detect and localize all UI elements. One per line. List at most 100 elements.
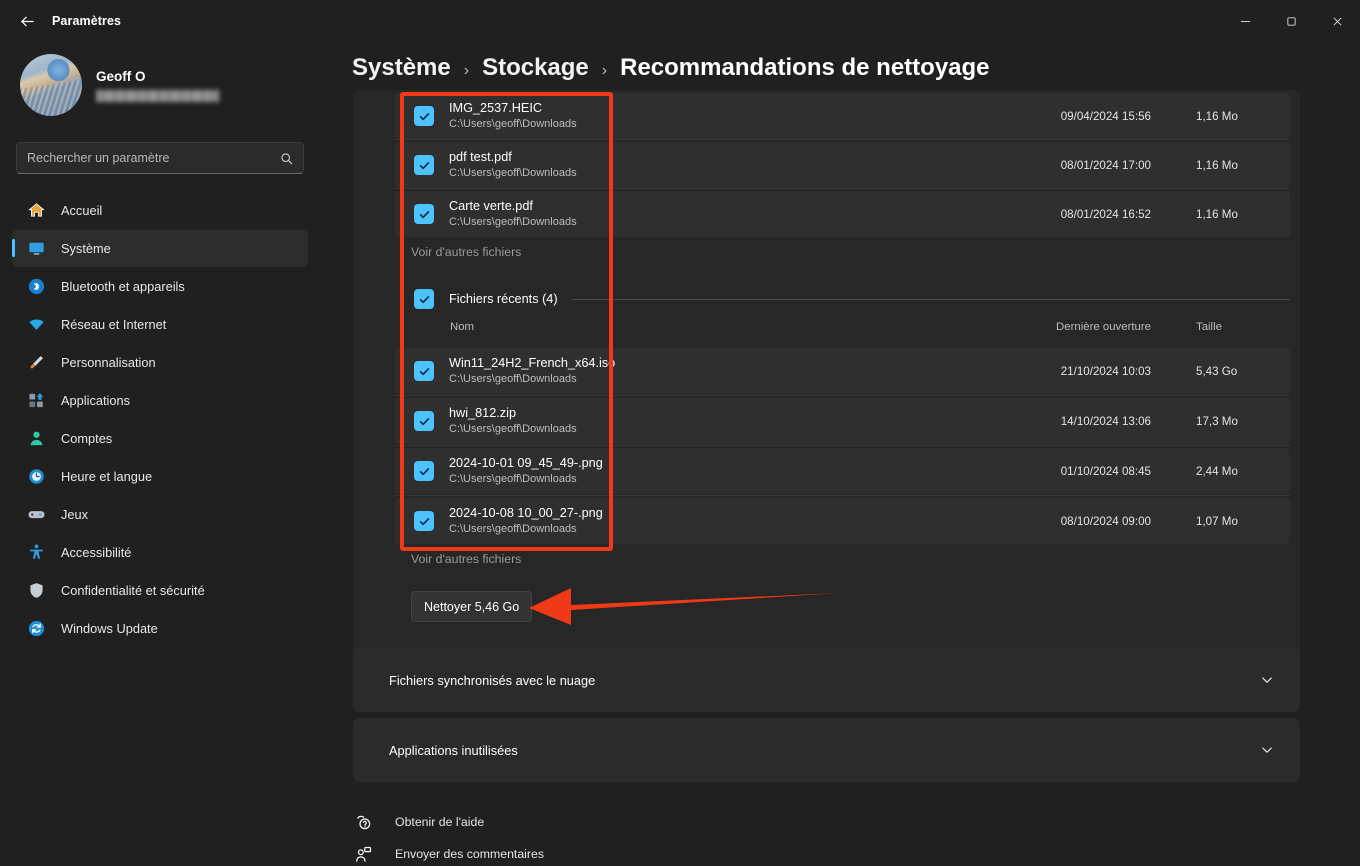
file-date: 14/10/2024 13:06 bbox=[1061, 415, 1151, 428]
sidebar-item-label: Accessibilité bbox=[61, 545, 131, 560]
row-checkbox[interactable] bbox=[414, 461, 434, 481]
see-more-files-recent[interactable]: Voir d'autres fichiers bbox=[411, 552, 521, 566]
sidebar-item-heure[interactable]: Heure et langue bbox=[12, 458, 308, 495]
sidebar-item-personnalisation[interactable]: Personnalisation bbox=[12, 344, 308, 381]
column-header-size: Taille bbox=[1196, 321, 1268, 333]
section-label: Fichiers synchronisés avec le nuage bbox=[389, 673, 595, 688]
account-block[interactable]: Geoff O bbox=[12, 42, 308, 126]
sidebar-item-applications[interactable]: Applications bbox=[12, 382, 308, 419]
cleanup-card: IMG_2537.HEIC C:\Users\geoff\Downloads 0… bbox=[353, 90, 1300, 685]
table-row[interactable]: Carte verte.pdf C:\Users\geoff\Downloads… bbox=[395, 191, 1290, 237]
file-name: 2024-10-01 09_45_49-.png bbox=[449, 456, 603, 471]
see-more-files-downloads[interactable]: Voir d'autres fichiers bbox=[411, 245, 521, 259]
settings-window: Paramètres Geoff O bbox=[0, 0, 1360, 866]
sidebar-item-windows-update[interactable]: Windows Update bbox=[12, 610, 308, 647]
row-checkbox[interactable] bbox=[414, 204, 434, 224]
section-label: Applications inutilisées bbox=[389, 743, 518, 758]
account-email-blurred bbox=[96, 90, 219, 102]
sidebar-item-accueil[interactable]: Accueil bbox=[12, 192, 308, 229]
file-path: C:\Users\geoff\Downloads bbox=[449, 373, 615, 386]
file-name: Carte verte.pdf bbox=[449, 199, 577, 214]
main-content: Système › Stockage › Recommandations de … bbox=[320, 42, 1360, 866]
sidebar-item-label: Réseau et Internet bbox=[61, 317, 166, 332]
row-checkbox[interactable] bbox=[414, 511, 434, 531]
chevron-down-icon[interactable] bbox=[1260, 743, 1274, 757]
row-checkbox[interactable] bbox=[414, 411, 434, 431]
sidebar-item-confidentialite[interactable]: Confidentialité et sécurité bbox=[12, 572, 308, 609]
file-path: C:\Users\geoff\Downloads bbox=[449, 216, 577, 229]
clean-button[interactable]: Nettoyer 5,46 Go bbox=[411, 591, 532, 622]
help-icon bbox=[353, 812, 373, 832]
bluetooth-icon bbox=[27, 277, 46, 296]
back-button[interactable] bbox=[10, 6, 44, 36]
section-cloud-files[interactable]: Fichiers synchronisés avec le nuage bbox=[353, 648, 1300, 712]
sidebar-item-label: Bluetooth et appareils bbox=[61, 279, 185, 294]
file-path: C:\Users\geoff\Downloads bbox=[449, 473, 603, 486]
sidebar-item-accessibilite[interactable]: Accessibilité bbox=[12, 534, 308, 571]
breadcrumb-separator-2: › bbox=[602, 62, 607, 80]
file-size: 17,3 Mo bbox=[1196, 415, 1268, 428]
sidebar-item-label: Confidentialité et sécurité bbox=[61, 583, 205, 598]
table-row[interactable]: 2024-10-01 09_45_49-.png C:\Users\geoff\… bbox=[395, 448, 1290, 494]
sidebar-item-bluetooth[interactable]: Bluetooth et appareils bbox=[12, 268, 308, 305]
row-checkbox[interactable] bbox=[414, 106, 434, 126]
row-checkbox[interactable] bbox=[414, 361, 434, 381]
file-size: 1,16 Mo bbox=[1196, 208, 1268, 221]
group-title: Fichiers récents (4) bbox=[449, 292, 558, 306]
gamepad-icon bbox=[27, 505, 46, 524]
sidebar-item-label: Personnalisation bbox=[61, 355, 156, 370]
file-name: hwi_812.zip bbox=[449, 406, 577, 421]
section-unused-apps[interactable]: Applications inutilisées bbox=[353, 718, 1300, 782]
maximize-button[interactable] bbox=[1268, 0, 1314, 42]
breadcrumb-systeme[interactable]: Système bbox=[352, 54, 451, 82]
file-size: 1,16 Mo bbox=[1196, 110, 1268, 123]
account-name: Geoff O bbox=[96, 69, 219, 84]
file-name: Win11_24H2_French_x64.iso bbox=[449, 356, 615, 371]
row-checkbox[interactable] bbox=[414, 155, 434, 175]
table-row[interactable]: 2024-10-08 10_00_27-.png C:\Users\geoff\… bbox=[395, 498, 1290, 544]
row-divider bbox=[395, 395, 1290, 396]
file-date: 21/10/2024 10:03 bbox=[1061, 365, 1151, 378]
sidebar-item-label: Heure et langue bbox=[61, 469, 152, 484]
breadcrumb-stockage[interactable]: Stockage bbox=[482, 54, 589, 82]
row-divider bbox=[395, 495, 1290, 496]
close-button[interactable] bbox=[1314, 0, 1360, 42]
group-checkbox[interactable] bbox=[414, 289, 434, 309]
file-path: C:\Users\geoff\Downloads bbox=[449, 523, 603, 536]
sidebar-item-reseau[interactable]: Réseau et Internet bbox=[12, 306, 308, 343]
row-divider bbox=[395, 188, 1290, 189]
search-input[interactable] bbox=[27, 151, 280, 165]
search-icon bbox=[280, 152, 293, 165]
breadcrumb-separator-1: › bbox=[464, 62, 469, 80]
get-help-link[interactable]: Obtenir de l'aide bbox=[353, 812, 484, 832]
minimize-button[interactable] bbox=[1222, 0, 1268, 42]
paintbrush-icon bbox=[27, 353, 46, 372]
sidebar-item-systeme[interactable]: Système bbox=[12, 230, 308, 267]
file-path: C:\Users\geoff\Downloads bbox=[449, 118, 577, 131]
row-divider bbox=[395, 445, 1290, 446]
table-row[interactable]: hwi_812.zip C:\Users\geoff\Downloads 14/… bbox=[395, 398, 1290, 444]
search-box[interactable] bbox=[16, 142, 304, 174]
file-size: 2,44 Mo bbox=[1196, 465, 1268, 478]
page-title: Recommandations de nettoyage bbox=[620, 54, 989, 82]
sidebar-item-label: Jeux bbox=[61, 507, 88, 522]
file-date: 08/10/2024 09:00 bbox=[1061, 515, 1151, 528]
display-icon bbox=[27, 239, 46, 258]
recent-files-group-header[interactable]: Fichiers récents (4) bbox=[395, 287, 1290, 311]
table-row[interactable]: Win11_24H2_French_x64.iso C:\Users\geoff… bbox=[395, 348, 1290, 394]
accessibility-icon bbox=[27, 543, 46, 562]
footer-label: Envoyer des commentaires bbox=[395, 847, 544, 861]
file-date: 09/04/2024 15:56 bbox=[1061, 110, 1151, 123]
table-row[interactable]: IMG_2537.HEIC C:\Users\geoff\Downloads 0… bbox=[395, 93, 1290, 139]
sidebar-item-jeux[interactable]: Jeux bbox=[12, 496, 308, 533]
group-divider bbox=[572, 299, 1290, 300]
table-row[interactable]: pdf test.pdf C:\Users\geoff\Downloads 08… bbox=[395, 142, 1290, 188]
file-size: 1,07 Mo bbox=[1196, 515, 1268, 528]
title-bar: Paramètres bbox=[0, 0, 1360, 42]
chevron-down-icon[interactable] bbox=[1260, 673, 1274, 687]
window-title: Paramètres bbox=[52, 14, 121, 28]
file-name: 2024-10-08 10_00_27-.png bbox=[449, 506, 603, 521]
cleanup-list: IMG_2537.HEIC C:\Users\geoff\Downloads 0… bbox=[353, 90, 1300, 685]
sidebar-item-comptes[interactable]: Comptes bbox=[12, 420, 308, 457]
send-feedback-link[interactable]: Envoyer des commentaires bbox=[353, 844, 544, 864]
